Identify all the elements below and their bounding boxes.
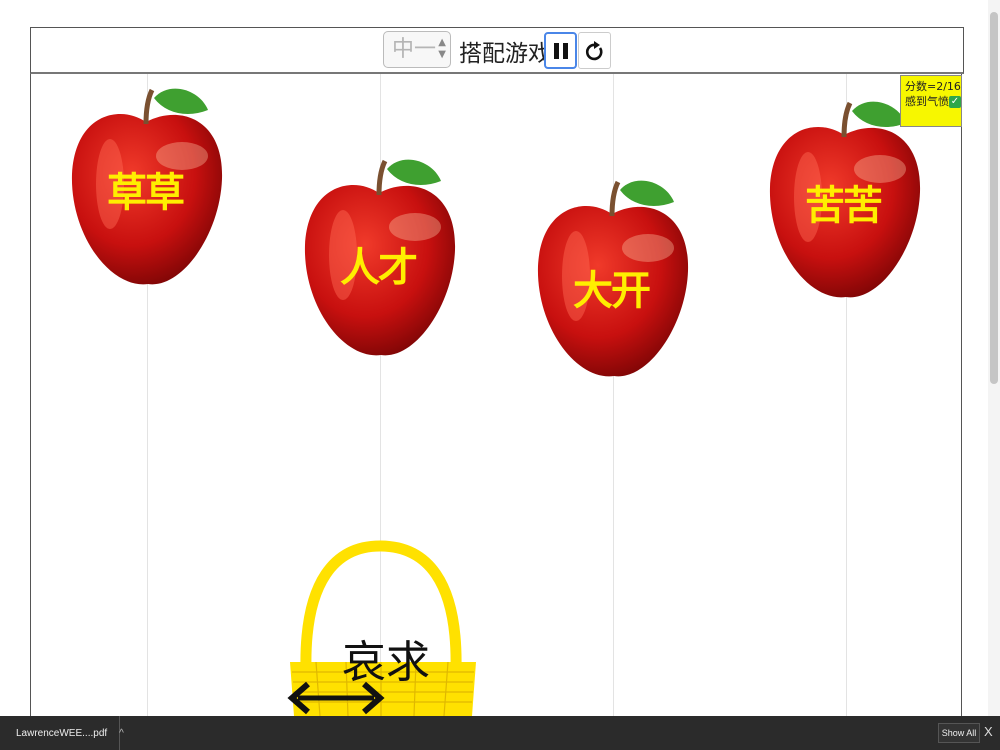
falling-apple[interactable]: 人才 bbox=[303, 155, 463, 365]
close-download-bar-button[interactable]: X bbox=[984, 724, 993, 739]
download-filename: LawrenceWEE....pdf bbox=[16, 727, 108, 739]
pause-icon bbox=[553, 42, 568, 59]
restart-button[interactable] bbox=[578, 32, 611, 69]
falling-apple[interactable]: 草草 bbox=[70, 84, 230, 294]
download-item[interactable]: LawrenceWEE....pdf ^ bbox=[0, 716, 124, 750]
restart-icon bbox=[585, 40, 603, 60]
lane-divider bbox=[613, 74, 614, 716]
apple-label: 苦苦 bbox=[805, 183, 883, 229]
apple-label: 草草 bbox=[107, 170, 185, 216]
score-text: 分数=2/16 bbox=[905, 80, 961, 93]
level-select[interactable]: 中一 ▲ ▼ bbox=[383, 31, 451, 68]
feedback-row: 感到气愤 ✓ bbox=[905, 94, 961, 109]
pause-button[interactable] bbox=[544, 32, 577, 69]
falling-apple[interactable]: 大开 bbox=[536, 176, 696, 386]
game-viewport: 中一 ▲ ▼ 搭配游戏 草草 人才 大开 苦苦 分数=2/16 感到气愤 ✓ 哀… bbox=[0, 0, 1000, 716]
game-title: 搭配游戏 bbox=[459, 41, 551, 67]
updown-arrows-icon: ▲ ▼ bbox=[438, 37, 446, 60]
game-toolbar: 中一 ▲ ▼ 搭配游戏 bbox=[30, 27, 964, 74]
basket-label: 哀求 bbox=[342, 637, 430, 688]
feedback-text: 感到气愤 bbox=[905, 95, 949, 108]
apple-label: 人才 bbox=[340, 245, 418, 291]
level-value: 中一 bbox=[392, 37, 437, 62]
scrollbar-thumb[interactable] bbox=[990, 12, 998, 384]
chevron-up-icon[interactable]: ^ bbox=[119, 728, 124, 739]
download-bar: LawrenceWEE....pdf ^ Show All X bbox=[0, 716, 1000, 750]
vertical-scrollbar[interactable] bbox=[988, 0, 1000, 716]
score-panel: 分数=2/16 感到气愤 ✓ bbox=[900, 75, 962, 127]
show-all-button[interactable]: Show All bbox=[938, 723, 980, 743]
checkmark-icon: ✓ bbox=[949, 96, 961, 108]
falling-apple[interactable]: 苦苦 bbox=[768, 97, 928, 307]
apple-label: 大开 bbox=[573, 268, 651, 314]
